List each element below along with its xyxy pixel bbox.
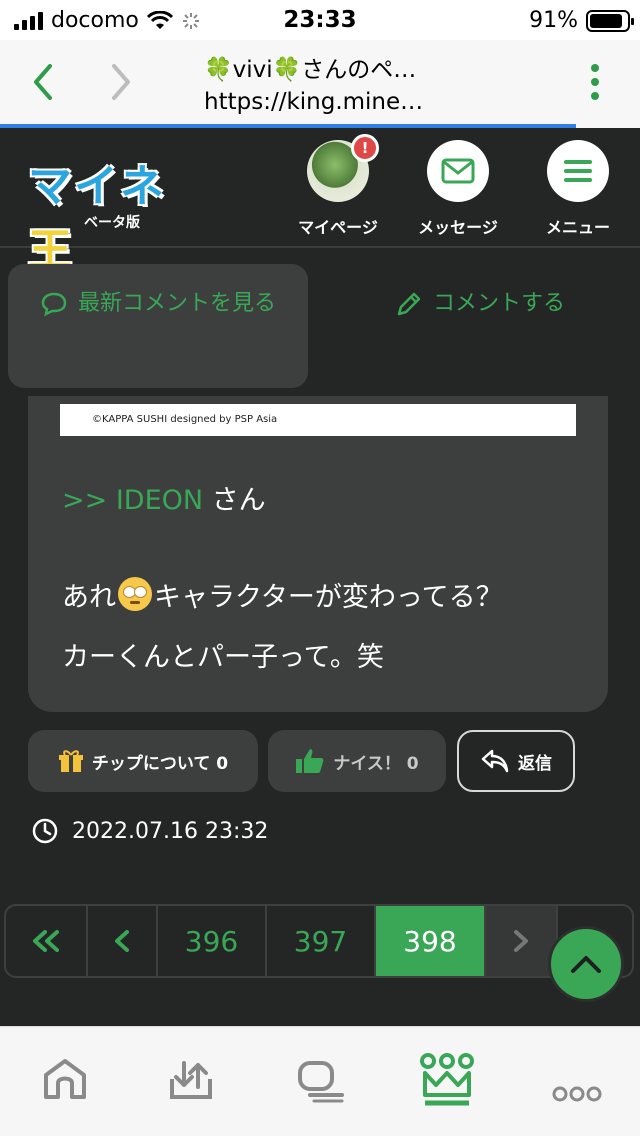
chevron-up-icon [571, 956, 601, 973]
nice-button[interactable]: ナイス！ 0 [268, 730, 446, 792]
clock-icon [32, 818, 58, 844]
write-comment-label: コメントする [432, 291, 565, 316]
tabs-icon[interactable] [296, 1057, 346, 1103]
double-chevron-left-icon [33, 930, 59, 952]
first-page-button[interactable] [6, 906, 88, 976]
comment-line-1: あれ キャラクターが変わってる？ [62, 568, 503, 628]
mention-line: >> IDEON さん [62, 478, 266, 517]
comment-body: あれ キャラクターが変わってる？ カーくんとパー子って。笑 [62, 568, 503, 688]
avatar: ! [307, 134, 379, 202]
view-latest-label: 最新コメントを見る [77, 291, 276, 316]
write-comment-button[interactable]: コメントする [330, 280, 630, 328]
page-url: https://king.mine… [204, 89, 424, 115]
more-dots-icon[interactable] [552, 1085, 602, 1103]
site-header: マイネ王 ベータ版 ! マイページ メッセージ メニュー [0, 128, 640, 276]
bottom-toolbar [0, 1026, 640, 1136]
notification-badge: ! [351, 134, 379, 162]
reply-button[interactable]: 返信 [457, 730, 575, 792]
mail-icon [427, 140, 489, 202]
address-area[interactable]: 🍀vivi🍀さんのペ… https://king.mine… [204, 54, 423, 118]
nav-message-label: メッセージ [418, 218, 498, 237]
scroll-to-top-button[interactable] [548, 926, 624, 1002]
reply-arrow-icon [481, 749, 509, 773]
battery-group: 91% [529, 8, 634, 33]
image-credit: ©KAPPA SUSHI designed by PSP Asia [92, 414, 278, 425]
page-title: 🍀vivi🍀さんのペ… [204, 57, 417, 83]
comment-timestamp: 2022.07.16 23:32 [32, 818, 268, 844]
tip-button[interactable]: チップについて 0 [28, 730, 258, 792]
beta-label: ベータ版 [84, 215, 140, 231]
current-page-button[interactable]: 398 [376, 906, 486, 976]
hamburger-icon [547, 140, 609, 202]
status-bar: docomo 23:33 91% [0, 0, 640, 40]
comment-line-2: カーくんとパー子って。笑 [62, 642, 384, 673]
battery-icon [586, 9, 634, 32]
forward-icon[interactable] [106, 62, 136, 102]
nav-mypage-label: マイページ [298, 218, 378, 237]
browser-toolbar: 🍀vivi🍀さんのペ… https://king.mine… [0, 40, 640, 128]
back-icon[interactable] [28, 62, 58, 102]
eye-roll-emoji-icon [118, 577, 152, 611]
tip-label: チップについて 0 [91, 753, 229, 774]
page-button[interactable]: 397 [267, 906, 376, 976]
page-button[interactable]: 396 [158, 906, 267, 976]
nice-label: ナイス！ 0 [333, 753, 419, 774]
gift-icon [58, 750, 83, 772]
nav-mypage[interactable]: ! マイページ [290, 134, 386, 238]
chevron-left-icon [115, 930, 129, 952]
thumbs-up-icon [296, 749, 324, 773]
mention-suffix: さん [203, 485, 266, 516]
comment-card: ©KAPPA SUSHI designed by PSP Asia >> IDE… [28, 396, 608, 712]
home-icon[interactable] [42, 1057, 88, 1101]
nav-message[interactable]: メッセージ [410, 140, 506, 238]
more-options-icon[interactable] [590, 62, 600, 102]
site-logo[interactable]: マイネ王 ベータ版 [28, 150, 200, 276]
pencil-icon [397, 292, 421, 316]
speech-bubble-icon [41, 292, 67, 317]
mention-link[interactable]: >> IDEON [62, 485, 203, 516]
nav-menu-label: メニュー [545, 218, 610, 237]
comment-image[interactable]: ©KAPPA SUSHI designed by PSP Asia [60, 404, 576, 436]
reply-label: 返信 [518, 753, 552, 774]
chevron-right-icon [514, 930, 528, 952]
nav-menu[interactable]: メニュー [530, 140, 626, 238]
timestamp-text: 2022.07.16 23:32 [72, 818, 269, 844]
view-latest-comments-button[interactable]: 最新コメントを見る [8, 264, 308, 388]
pagination: 396 397 398 [4, 904, 634, 978]
crown-icon[interactable] [420, 1053, 474, 1109]
share-tray-icon[interactable] [168, 1057, 214, 1103]
prev-page-button[interactable] [88, 906, 158, 976]
battery-percent: 91% [529, 8, 578, 33]
